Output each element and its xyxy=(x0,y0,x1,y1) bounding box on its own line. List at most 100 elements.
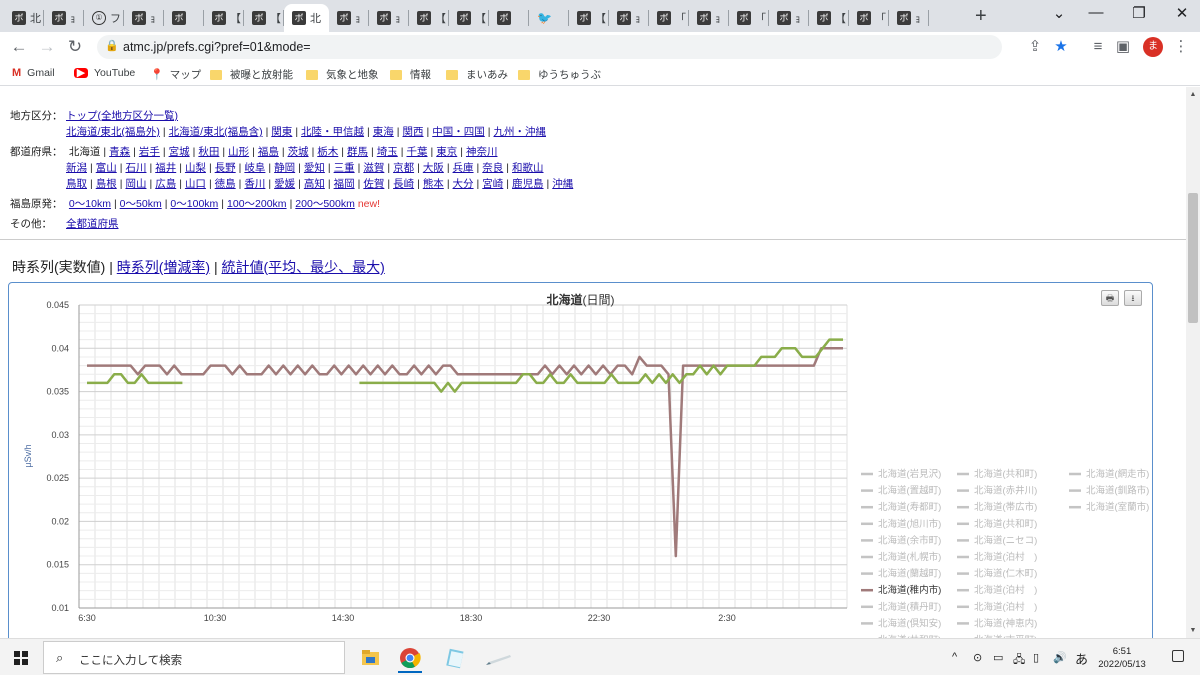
browser-tab[interactable]: ボｮ xyxy=(609,4,649,32)
prefecture-link[interactable]: 熊本 xyxy=(423,178,444,190)
region-link[interactable]: 北海道/東北(福島外) xyxy=(66,126,160,138)
legend-item[interactable]: 北海道(室蘭市) xyxy=(1086,501,1149,513)
fukushima-distance-link[interactable]: 200〜500km xyxy=(295,198,355,210)
region-top-link[interactable]: トップ(全地方区分一覧) xyxy=(66,110,178,122)
volume-icon[interactable]: 🔊 xyxy=(1053,651,1067,664)
battery-icon[interactable]: ▯ xyxy=(1033,651,1039,664)
region-link[interactable]: 北海道/東北(福島含) xyxy=(169,126,263,138)
legend-item[interactable]: 北海道(共和町) xyxy=(974,518,1037,530)
prefecture-link[interactable]: 長崎 xyxy=(393,178,414,190)
prefecture-link[interactable]: 徳島 xyxy=(215,178,236,190)
prefecture-link[interactable]: 香川 xyxy=(244,178,265,190)
prefecture-link[interactable]: 佐賀 xyxy=(363,178,384,190)
prefecture-link[interactable]: 滋賀 xyxy=(363,162,384,174)
bookmark-folder[interactable]: 被曝と放射能 xyxy=(210,67,293,82)
side-panel-icon[interactable]: ▣ xyxy=(1113,37,1133,57)
prefecture-link[interactable]: 鳥取 xyxy=(66,178,87,190)
prefecture-link[interactable]: 新潟 xyxy=(66,162,87,174)
prefecture-link[interactable]: 石川 xyxy=(125,162,146,174)
prefecture-link[interactable]: 栃木 xyxy=(317,146,338,158)
prefecture-link[interactable]: 山形 xyxy=(228,146,249,158)
close-window-button[interactable]: ✕ xyxy=(1168,4,1196,22)
prefecture-link[interactable]: 長野 xyxy=(215,162,236,174)
region-link[interactable]: 関西 xyxy=(403,126,424,138)
prefecture-link[interactable]: 神奈川 xyxy=(466,146,498,158)
back-button[interactable]: ← xyxy=(8,36,30,58)
prefecture-link[interactable]: 福島 xyxy=(258,146,279,158)
notification-icon[interactable] xyxy=(1172,650,1184,662)
prefecture-link[interactable]: 奈良 xyxy=(482,162,503,174)
legend-item[interactable]: 北海道(泊村 ) xyxy=(974,601,1037,613)
tray-app-icon[interactable]: ⊙ xyxy=(973,651,982,664)
prefecture-link[interactable]: 岩手 xyxy=(139,146,160,158)
chrome-taskbar-icon[interactable] xyxy=(390,643,430,673)
prefecture-link[interactable]: 岡山 xyxy=(125,178,146,190)
file-explorer-icon[interactable] xyxy=(350,643,390,673)
tab-statistics[interactable]: 統計値(平均、最少、最大) xyxy=(222,259,385,275)
fukushima-distance-link[interactable]: 0〜10km xyxy=(69,198,111,210)
prefecture-link[interactable]: 宮崎 xyxy=(482,178,503,190)
menu-kebab-icon[interactable]: ⋮ xyxy=(1171,37,1191,57)
prefecture-link[interactable]: 群馬 xyxy=(347,146,368,158)
legend-item[interactable]: 北海道(蘭越町) xyxy=(878,568,941,580)
browser-tab[interactable]: ボ【 xyxy=(809,4,849,32)
tray-meeting-icon[interactable]: ▭ xyxy=(993,651,1003,664)
prefecture-link[interactable]: 愛媛 xyxy=(274,178,295,190)
prefecture-link[interactable]: 埼玉 xyxy=(377,146,398,158)
legend-item[interactable]: 北海道(共和町) xyxy=(974,468,1037,480)
legend-item[interactable]: 北海道(稚内市) xyxy=(878,584,941,596)
prefecture-link[interactable]: 沖縄 xyxy=(552,178,573,190)
forward-button[interactable]: → xyxy=(36,36,58,58)
prefecture-link[interactable]: 大阪 xyxy=(423,162,444,174)
bookmark-folder[interactable]: 情報 xyxy=(390,67,431,82)
legend-item[interactable]: 北海道(寿都町) xyxy=(878,501,941,513)
clock[interactable]: 6:51 2022/05/13 xyxy=(1092,645,1152,671)
browser-tab[interactable]: ボ北 xyxy=(4,4,44,32)
browser-tab[interactable]: ボ xyxy=(164,4,204,32)
prefecture-link[interactable]: 茨城 xyxy=(288,146,309,158)
prefecture-link[interactable]: 宮城 xyxy=(169,146,190,158)
legend-item[interactable]: 北海道(泊村 ) xyxy=(974,551,1037,563)
fukushima-distance-link[interactable]: 100〜200km xyxy=(227,198,287,210)
prefecture-link[interactable]: 千葉 xyxy=(407,146,428,158)
scroll-down-icon[interactable]: ▼ xyxy=(1186,627,1200,634)
all-prefectures-link[interactable]: 全都道府県 xyxy=(66,218,119,230)
prefecture-link[interactable]: 山梨 xyxy=(185,162,206,174)
page-scrollbar[interactable]: ▲ ▼ xyxy=(1186,87,1200,638)
legend-item[interactable]: 北海道(札幌市) xyxy=(878,551,941,563)
browser-tab[interactable]: ボｮ xyxy=(44,4,84,32)
legend-item[interactable]: 北海道(置越町) xyxy=(878,485,941,497)
browser-tab[interactable]: ボ【 xyxy=(244,4,284,32)
legend-item[interactable]: 北海道(旭川市) xyxy=(878,518,941,530)
browser-tab[interactable]: ボ【 xyxy=(569,4,609,32)
legend-item[interactable]: 北海道(泊村 ) xyxy=(974,584,1037,596)
browser-tab[interactable]: ボｮ xyxy=(124,4,164,32)
bookmark-youtube[interactable]: ▶ YouTube xyxy=(74,67,135,79)
region-link[interactable]: 九州・沖縄 xyxy=(493,126,546,138)
pen-app-icon[interactable] xyxy=(480,643,520,673)
prefecture-link[interactable]: 富山 xyxy=(96,162,117,174)
legend-item[interactable]: 北海道(網走市) xyxy=(1086,468,1149,480)
prefecture-link[interactable]: 島根 xyxy=(96,178,117,190)
prefecture-link[interactable]: 青森 xyxy=(109,146,130,158)
browser-tab[interactable]: ボｮ xyxy=(369,4,409,32)
browser-tab[interactable]: ①フ xyxy=(84,4,124,32)
region-link[interactable]: 東海 xyxy=(373,126,394,138)
prefecture-link[interactable]: 和歌山 xyxy=(512,162,544,174)
notepad-app-icon[interactable] xyxy=(436,643,476,673)
prefecture-link[interactable]: 広島 xyxy=(155,178,176,190)
prefecture-link[interactable]: 福岡 xyxy=(334,178,355,190)
bookmark-star-icon[interactable]: ★ xyxy=(1051,37,1071,57)
browser-tab[interactable]: ボ「 xyxy=(849,4,889,32)
legend-item[interactable]: 北海道(岩見沢) xyxy=(878,468,941,480)
browser-tab[interactable]: ボ【 xyxy=(204,4,244,32)
region-link[interactable]: 北陸・甲信越 xyxy=(301,126,364,138)
prefecture-link[interactable]: 山口 xyxy=(185,178,206,190)
new-tab-button[interactable]: + xyxy=(975,5,987,27)
bookmark-folder[interactable]: 気象と地象 xyxy=(306,67,379,82)
prefecture-link[interactable]: 福井 xyxy=(155,162,176,174)
print-icon[interactable]: 🖶 xyxy=(1101,290,1119,306)
prefecture-link[interactable]: 愛知 xyxy=(304,162,325,174)
address-bar[interactable]: 🔒 atmc.jp/prefs.cgi?pref=01&mode= xyxy=(97,35,1002,59)
taskbar-search-box[interactable]: ⌕ ここに入力して検索 xyxy=(43,641,345,674)
